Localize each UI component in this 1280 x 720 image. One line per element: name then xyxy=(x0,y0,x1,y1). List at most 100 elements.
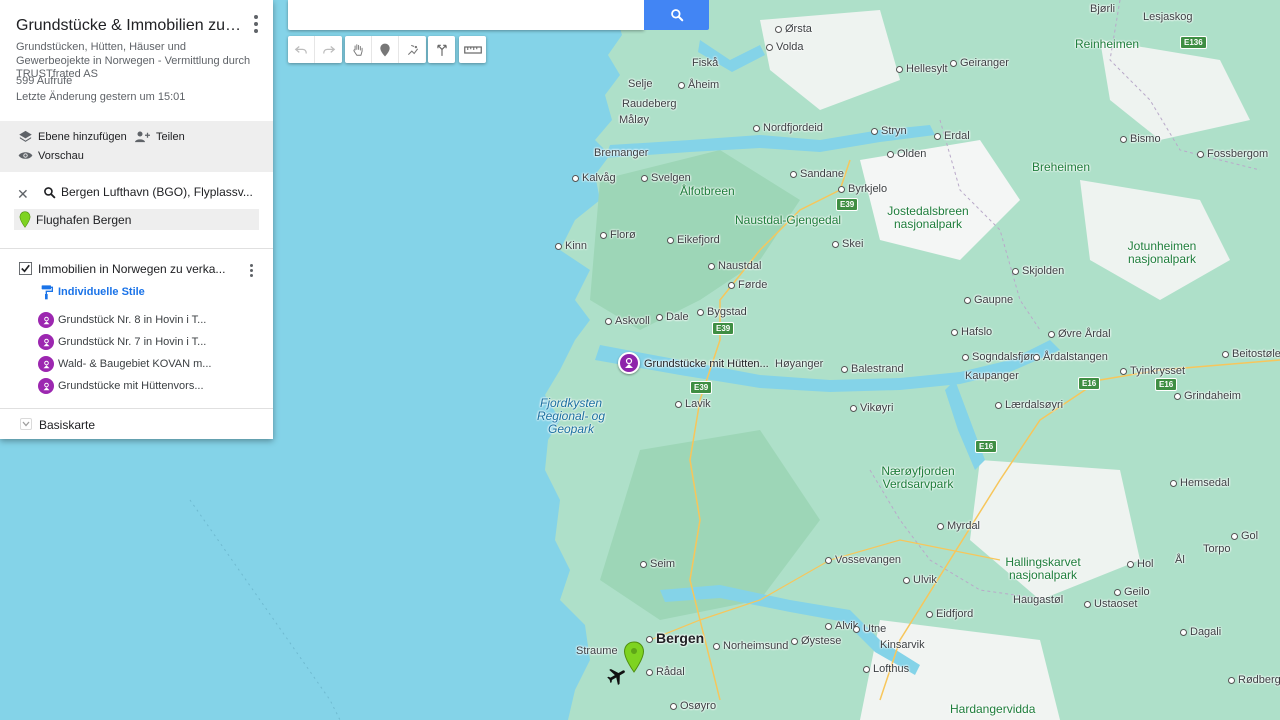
layers-icon xyxy=(19,130,32,142)
share-button[interactable]: Teilen xyxy=(134,129,185,144)
place-label: Florø xyxy=(600,229,636,241)
place-label: Ørsta xyxy=(775,23,812,35)
directions-icon xyxy=(436,44,447,56)
place-label: Straume xyxy=(576,645,618,657)
place-label: Gaupne xyxy=(964,294,1013,306)
place-label: Raudeberg xyxy=(622,98,677,110)
place-label: Eidfjord xyxy=(926,608,973,620)
place-label: Svelgen xyxy=(641,172,691,184)
expand-icon[interactable] xyxy=(20,418,32,430)
place-label: Vossevangen xyxy=(825,554,901,566)
feature-label: Grundstück Nr. 8 in Hovin i T... xyxy=(58,314,207,326)
search-icon xyxy=(670,9,683,22)
map-marker-purple[interactable] xyxy=(618,352,640,374)
layer-title[interactable]: Immobilien in Norwegen zu verka... xyxy=(38,262,236,276)
place-label: Hellesylt xyxy=(896,63,948,75)
place-label: Geilo xyxy=(1114,586,1150,598)
undo-icon xyxy=(294,45,307,54)
basemap-label: Basiskarte xyxy=(39,418,96,432)
place-label: Fiskå xyxy=(692,57,719,69)
draw-line-button[interactable] xyxy=(399,36,426,63)
place-label: Åheim xyxy=(678,79,719,91)
place-label: Øystese xyxy=(791,635,841,647)
place-label: Ålfotbreen xyxy=(680,184,735,198)
search-button[interactable] xyxy=(644,0,709,30)
map-title[interactable]: Grundstücke & Immobilien zu ver... xyxy=(16,17,241,35)
city-label: Bergen xyxy=(646,631,704,645)
history-toolbar xyxy=(288,36,342,63)
search-result-item[interactable]: Flughafen Bergen xyxy=(14,209,259,230)
place-label: Norheimsund xyxy=(713,640,788,652)
place-label: Gol xyxy=(1231,530,1258,542)
hand-icon xyxy=(353,43,363,56)
place-label: Beitostøle xyxy=(1222,348,1280,360)
place-label: Naustdal-Gjengedal xyxy=(735,213,842,227)
redo-button[interactable] xyxy=(315,36,342,63)
paint-roller-icon xyxy=(41,285,53,300)
search-input[interactable] xyxy=(288,0,644,30)
undo-button[interactable] xyxy=(288,36,315,63)
place-label: Byrkjelo xyxy=(838,183,887,195)
feature-item[interactable]: Grundstück Nr. 8 in Hovin i T... xyxy=(38,312,238,328)
place-label: Hol xyxy=(1127,558,1154,570)
place-label: Tyinkrysset xyxy=(1120,365,1185,377)
place-label: Skei xyxy=(832,238,863,250)
search-results-layer: ✕ Bergen Lufthavn (BGO), Flyplassv... Fl… xyxy=(0,172,273,249)
place-label: Utne xyxy=(853,623,886,635)
more-vert-icon-dot xyxy=(254,22,258,26)
place-label: Stryn xyxy=(871,125,907,137)
feature-item[interactable]: Wald- & Baugebiet KOVAN m... xyxy=(38,356,238,372)
preview-button[interactable]: Vorschau xyxy=(18,148,84,163)
place-label: Grindaheim xyxy=(1174,390,1241,402)
close-icon[interactable]: ✕ xyxy=(17,186,29,203)
individual-styles-link[interactable]: Individuelle Stile xyxy=(40,284,145,300)
place-label: Kinsarvik xyxy=(880,639,925,651)
basemap-section[interactable]: Basiskarte xyxy=(0,410,273,439)
place-label: Lesjaskog xyxy=(1143,11,1193,23)
place-label: Torpo xyxy=(1203,543,1231,555)
map-options-button[interactable] xyxy=(248,14,264,34)
map-marker-label[interactable]: Grundstücke mit Hütten... xyxy=(644,358,769,370)
place-label: Lærdalsøyri xyxy=(995,399,1063,411)
add-directions-button[interactable] xyxy=(428,36,455,63)
more-vert-icon-dot xyxy=(249,268,253,272)
more-vert-icon-dot xyxy=(254,29,258,33)
layer-options-button[interactable] xyxy=(243,261,259,279)
eye-icon xyxy=(18,152,33,159)
feature-item[interactable]: Grundstück Nr. 7 in Hovin i T... xyxy=(38,334,238,350)
place-label: Bjørli xyxy=(1090,3,1116,15)
place-label: Måløy xyxy=(619,114,649,126)
feature-label: Wald- & Baugebiet KOVAN m... xyxy=(58,358,212,370)
panel-actions: Ebene hinzufügen Teilen Vorschau xyxy=(0,121,273,172)
place-label: Ulvik xyxy=(903,574,937,586)
place-label: Dagali xyxy=(1180,626,1221,638)
place-label: Rødberg xyxy=(1228,674,1280,686)
place-label: Erdal xyxy=(934,130,970,142)
place-label: Årdalstangen xyxy=(1033,351,1108,363)
person-add-icon xyxy=(135,131,150,143)
place-label: Lavik xyxy=(675,398,711,410)
more-vert-icon-dot xyxy=(249,273,253,277)
individual-styles-label: Individuelle Stile xyxy=(58,286,145,298)
pan-tool-button[interactable] xyxy=(345,36,372,63)
draw-toolbar xyxy=(345,36,426,63)
measure-button[interactable] xyxy=(459,36,486,63)
place-label: Høyanger xyxy=(775,358,824,370)
property-icon xyxy=(38,334,54,350)
add-marker-button[interactable] xyxy=(372,36,399,63)
add-layer-button[interactable]: Ebene hinzufügen xyxy=(18,129,127,144)
place-label: Hemsedal xyxy=(1170,477,1230,489)
marker-icon xyxy=(380,43,390,56)
view-count: 599 Aufrufe xyxy=(16,75,73,87)
search-query-text[interactable]: Bergen Lufthavn (BGO), Flyplassv... xyxy=(61,185,261,199)
place-label: Ål xyxy=(1175,554,1185,566)
layer-checkbox[interactable] xyxy=(19,262,32,275)
place-label: Bremanger xyxy=(594,147,649,159)
route-toolbar xyxy=(428,36,455,63)
road-shield: E39 xyxy=(712,322,735,335)
place-label: Skjolden xyxy=(1012,265,1064,277)
place-label: Olden xyxy=(887,148,926,160)
place-label: Askvoll xyxy=(605,315,650,327)
feature-item[interactable]: Grundstücke mit Hüttenvors... xyxy=(38,378,238,394)
place-label: Nærøyfjorden Verdsarvpark xyxy=(881,464,955,491)
